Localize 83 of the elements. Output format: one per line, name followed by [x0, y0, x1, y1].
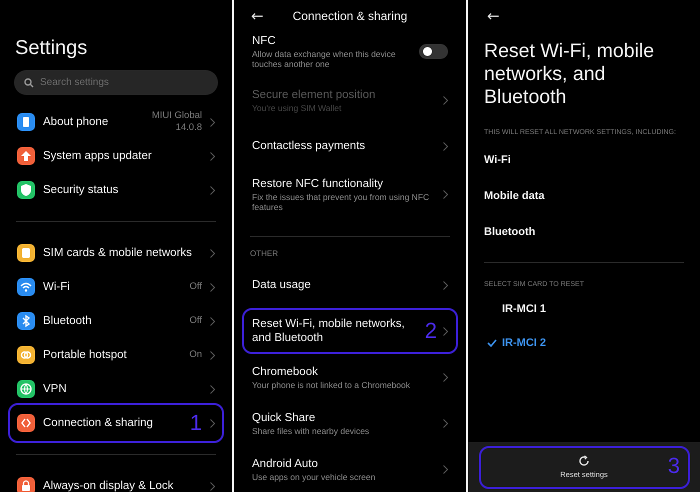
chevron-icon	[210, 482, 215, 490]
chevron-icon	[210, 316, 215, 326]
toggle-switch[interactable]	[419, 44, 448, 59]
item-subtitle: Allow data exchange when this device touches another one	[252, 49, 397, 69]
item-title: Quick Share	[252, 410, 316, 424]
chevron-icon	[210, 282, 215, 292]
settings-item[interactable]: Reset Wi-Fi, mobile networks, and Bluetooth 2	[242, 308, 458, 354]
step-number: 3	[668, 454, 680, 478]
settings-item[interactable]: Wi-Fi Off	[8, 270, 224, 304]
chevron-icon	[443, 280, 448, 290]
sim-option[interactable]: IR-MCI 2	[484, 326, 684, 360]
item-label: SIM cards & mobile networks	[43, 247, 193, 259]
item-title: Android Auto	[252, 456, 319, 470]
item-title: Data usage	[252, 278, 312, 292]
item-label: Always-on display & Lock	[43, 480, 174, 492]
item-subtitle: Your phone is not linked to a Chromebook	[252, 380, 411, 390]
settings-item[interactable]: About phone MIUI Global 14.0.8	[8, 105, 224, 139]
section-header: OTHER	[249, 249, 279, 260]
item-subtitle: Fix the issues that prevent you from using NFC features	[252, 192, 430, 212]
item-subtitle: Use apps on your vehicle screen	[252, 472, 376, 482]
chevron-icon	[443, 326, 448, 336]
included-setting: Bluetooth	[484, 225, 536, 240]
chevron-icon	[210, 384, 215, 394]
settings-item[interactable]: Always-on display & Lock	[8, 469, 224, 492]
item-title: Contactless payments	[252, 139, 366, 153]
item-value: Off	[190, 315, 202, 327]
settings-item[interactable]: Restore NFC functionality Fix the issues that prevent you from using NFC features	[242, 169, 458, 220]
settings-item[interactable]: Chromebook Your phone is not linked to a Chromebook	[242, 354, 458, 400]
settings-item[interactable]: Bluetooth Off	[8, 304, 224, 338]
step-number: 1	[190, 411, 202, 435]
item-label: Connection & sharing	[43, 417, 154, 429]
chevron-icon	[210, 186, 215, 194]
page-title: Reset Wi-Fi, mobile networks, and Bluetooth	[484, 40, 656, 109]
chevron-icon	[443, 464, 448, 474]
item-label: Security status	[43, 184, 120, 196]
back-button[interactable]: ←	[251, 7, 264, 25]
settings-item[interactable]: Portable hotspot On	[8, 338, 224, 372]
item-subtitle: You're using SIM Wallet	[252, 102, 342, 112]
item-title: NFC	[252, 34, 277, 48]
settings-item[interactable]: Contactless payments	[242, 123, 458, 169]
settings-item[interactable]: SIM cards & mobile networks	[8, 236, 224, 270]
settings-item[interactable]: VPN	[8, 372, 224, 406]
chevron-icon	[443, 142, 448, 150]
included-setting: Wi-Fi	[484, 153, 512, 168]
item-title: Restore NFC functionality	[252, 177, 384, 191]
item-label: Bluetooth	[43, 315, 93, 327]
back-button[interactable]: ←	[487, 7, 500, 25]
settings-item[interactable]: NFC Allow data exchange when this device touches another one	[242, 26, 458, 77]
chevron-icon	[210, 118, 215, 126]
item-value: Off	[190, 281, 202, 293]
chevron-icon	[443, 190, 448, 199]
page-title: Connection & sharing	[292, 9, 408, 23]
checkmark-icon	[487, 339, 497, 347]
settings-item[interactable]: Security status	[8, 173, 224, 207]
included-setting: Mobile data	[484, 189, 546, 204]
item-label: About phone	[43, 116, 110, 128]
chevron-icon	[443, 372, 448, 382]
chevron-icon	[210, 152, 215, 160]
item-label: System apps updater	[43, 150, 153, 162]
chevron-icon	[210, 248, 215, 258]
search-field[interactable]: Search settings	[14, 70, 218, 95]
chevron-icon	[443, 96, 448, 104]
item-subtitle: Share files with nearby devices	[252, 426, 370, 436]
chevron-icon	[210, 418, 215, 428]
sim-option[interactable]: IR-MCI 1	[484, 292, 684, 326]
page-title: Settings	[15, 36, 88, 60]
item-title: Reset Wi-Fi, mobile networks, and Bluetooth	[252, 317, 406, 345]
chevron-icon	[210, 350, 215, 360]
chevron-icon	[443, 418, 448, 428]
refresh-icon	[578, 455, 590, 467]
item-label: Wi-Fi	[43, 281, 71, 293]
item-title: Chromebook	[252, 364, 319, 378]
settings-item[interactable]: Connection & sharing 1	[8, 403, 224, 443]
item-value: MIUI Global 14.0.8	[152, 110, 202, 134]
step-number: 2	[424, 319, 437, 343]
settings-item[interactable]: Data usage	[242, 262, 458, 308]
item-label: Portable hotspot	[43, 349, 128, 361]
settings-item[interactable]: Android Auto Use apps on your vehicle screen	[242, 446, 458, 492]
item-value: On	[189, 349, 202, 361]
settings-item[interactable]: System apps updater	[8, 139, 224, 173]
item-label: VPN	[43, 383, 68, 395]
item-title: Secure element position	[252, 88, 376, 102]
settings-item[interactable]: Quick Share Share files with nearby devices	[242, 400, 458, 446]
